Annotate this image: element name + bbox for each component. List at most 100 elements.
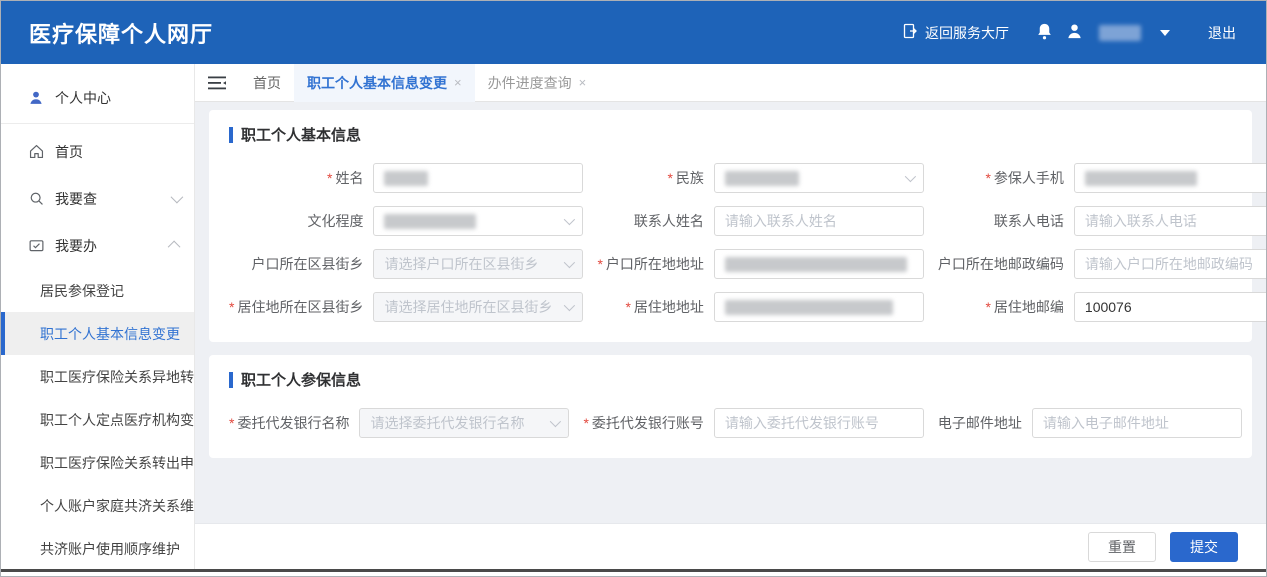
field-contact-phone: 联系人电话 — [938, 206, 1266, 236]
sidebar-item-label: 我要办 — [55, 236, 171, 256]
folder-check-icon — [27, 237, 45, 255]
sidebar-item-label: 个人中心 — [55, 88, 180, 108]
page-title: 医疗保障个人网厅 — [29, 17, 213, 49]
field-label: *委托代发银行名称 — [229, 413, 359, 433]
notification-bell-icon[interactable] — [1035, 22, 1054, 44]
field-label: 户口所在区县街乡 — [229, 254, 373, 274]
residence-district-select[interactable]: 请选择居住地所在区县街乡 — [373, 292, 583, 322]
redacted-value — [725, 300, 893, 315]
name-input[interactable] — [373, 163, 583, 193]
return-hall-button[interactable]: 返回服务大厅 — [902, 23, 1009, 43]
contact-phone-input[interactable] — [1074, 206, 1266, 236]
field-label: *居住地地址 — [597, 297, 713, 317]
window-bottom-sliver — [1, 572, 1266, 576]
field-bank-name: *委托代发银行名称 请选择委托代发银行名称 — [229, 408, 583, 438]
divider — [1, 123, 194, 124]
close-icon[interactable]: × — [454, 75, 462, 90]
insured-phone-input[interactable] — [1074, 163, 1266, 193]
header-icon-group — [1035, 22, 1170, 44]
field-label: 文化程度 — [229, 211, 373, 231]
section-title: 职工个人基本信息 — [229, 124, 1232, 145]
submenu-item-relation-transfer-in[interactable]: 职工医疗保险关系异地转... — [1, 355, 194, 398]
section-accent-bar — [229, 127, 233, 143]
field-ethnicity: *民族 — [597, 163, 937, 193]
tab-bar: 首页 职工个人基本信息变更 × 办件进度查询 × — [195, 64, 1266, 102]
insurance-info-form: *委托代发银行名称 请选择委托代发银行名称 *委托代发银行账号 电子邮件地址 — [229, 408, 1232, 438]
email-input[interactable] — [1032, 408, 1242, 438]
tab-label: 首页 — [253, 73, 281, 93]
chevron-down-icon[interactable] — [1160, 30, 1170, 36]
submenu-item-resident-registration[interactable]: 居民参保登记 — [1, 269, 194, 312]
main-area: 首页 职工个人基本信息变更 × 办件进度查询 × 职工个人基本信息 — [195, 64, 1266, 569]
tab-basic-info-change[interactable]: 职工个人基本信息变更 × — [294, 64, 475, 102]
field-residence-postcode: *居住地邮编 — [938, 292, 1266, 322]
field-label: 联系人姓名 — [597, 211, 713, 231]
tab-label: 职工个人基本信息变更 — [307, 73, 447, 93]
submit-button[interactable]: 提交 — [1170, 532, 1238, 562]
collapse-menu-icon[interactable] — [208, 76, 226, 90]
basic-info-form: *姓名 *民族 *参保人手机 文化程度 — [229, 163, 1232, 322]
redacted-value — [1085, 171, 1197, 186]
content-area: 职工个人基本信息 *姓名 *民族 *参保人手机 — [195, 102, 1266, 523]
field-contact-name: 联系人姓名 — [597, 206, 937, 236]
submenu-item-basic-info-change[interactable]: 职工个人基本信息变更 — [1, 312, 194, 355]
field-label: 联系人电话 — [938, 211, 1074, 231]
basic-info-panel: 职工个人基本信息 *姓名 *民族 *参保人手机 — [209, 110, 1252, 342]
field-residence-district: *居住地所在区县街乡 请选择居住地所在区县街乡 — [229, 292, 597, 322]
exit-doc-icon — [902, 23, 918, 42]
sidebar-item-handle[interactable]: 我要办 — [1, 222, 194, 269]
submenu-item-relation-transfer-out[interactable]: 职工医疗保险关系转出申请 — [1, 441, 194, 484]
submenu-item-family-mutual-aid[interactable]: 个人账户家庭共济关系维护 — [1, 484, 194, 527]
tab-progress-query[interactable]: 办件进度查询 × — [475, 64, 600, 102]
form-action-bar: 重置 提交 — [195, 523, 1266, 569]
submenu-item-mutual-account-order[interactable]: 共济账户使用顺序维护 — [1, 527, 194, 569]
tab-home[interactable]: 首页 — [240, 64, 294, 102]
contact-name-input[interactable] — [714, 206, 924, 236]
user-avatar-icon[interactable] — [1065, 22, 1084, 44]
hukou-district-select[interactable]: 请选择户口所在区县街乡 — [373, 249, 583, 279]
chevron-down-icon — [564, 300, 575, 311]
field-hukou-district: 户口所在区县街乡 请选择户口所在区县街乡 — [229, 249, 597, 279]
sidebar-item-query[interactable]: 我要查 — [1, 175, 194, 222]
field-label: *姓名 — [229, 168, 373, 188]
close-icon[interactable]: × — [579, 75, 587, 90]
residence-postcode-input[interactable] — [1074, 292, 1266, 322]
bank-account-input[interactable] — [714, 408, 924, 438]
chevron-down-icon — [550, 416, 561, 427]
sidebar-item-home[interactable]: 首页 — [1, 128, 194, 175]
section-accent-bar — [229, 372, 233, 388]
field-name: *姓名 — [229, 163, 597, 193]
tab-label: 办件进度查询 — [488, 73, 572, 93]
reset-button[interactable]: 重置 — [1088, 532, 1156, 562]
ethnicity-select[interactable] — [714, 163, 924, 193]
field-email: 电子邮件地址 — [938, 408, 1256, 438]
redacted-value — [725, 257, 907, 272]
logout-button[interactable]: 退出 — [1208, 23, 1236, 43]
sidebar-item-label: 我要查 — [55, 189, 171, 209]
sidebar-submenu: 居民参保登记 职工个人基本信息变更 职工医疗保险关系异地转... 职工个人定点医… — [1, 269, 194, 569]
app-header: 医疗保障个人网厅 返回服务大厅 退出 — [1, 1, 1266, 64]
field-education: 文化程度 — [229, 206, 597, 236]
sidebar-item-label: 首页 — [55, 142, 180, 162]
chevron-down-icon — [905, 171, 916, 182]
field-label: *民族 — [597, 168, 713, 188]
field-label: *委托代发银行账号 — [583, 413, 713, 433]
education-select[interactable] — [373, 206, 583, 236]
insurance-info-panel: 职工个人参保信息 *委托代发银行名称 请选择委托代发银行名称 *委托代发银行账号 — [209, 355, 1252, 458]
redacted-value — [384, 171, 428, 186]
sidebar: 个人中心 首页 我要查 我要办 — [1, 64, 195, 569]
chevron-down-icon — [171, 191, 184, 204]
field-label: 电子邮件地址 — [938, 413, 1032, 433]
hukou-postcode-input[interactable] — [1074, 249, 1266, 279]
sidebar-item-personal-center[interactable]: 个人中心 — [1, 74, 194, 121]
field-hukou-postcode: 户口所在地邮政编码 — [938, 249, 1266, 279]
bank-name-select[interactable]: 请选择委托代发银行名称 — [359, 408, 569, 438]
hukou-address-input[interactable] — [714, 249, 924, 279]
header-actions: 返回服务大厅 退出 — [902, 22, 1236, 44]
chevron-down-icon — [564, 214, 575, 225]
username-redacted[interactable] — [1099, 25, 1141, 41]
residence-address-input[interactable] — [714, 292, 924, 322]
return-hall-label: 返回服务大厅 — [925, 23, 1009, 43]
redacted-value — [725, 171, 799, 186]
submenu-item-designated-hospital-change[interactable]: 职工个人定点医疗机构变更 — [1, 398, 194, 441]
